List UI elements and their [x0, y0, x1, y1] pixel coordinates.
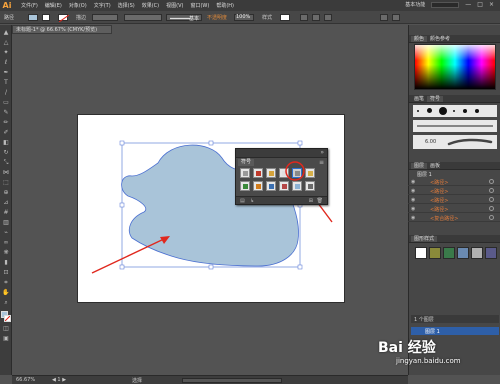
brush-size-label: 6.00	[425, 139, 437, 145]
tab-graphic-styles[interactable]: 图形样式	[411, 236, 438, 242]
layer-item-label: <路径>	[430, 207, 449, 213]
visibility-eye-icon[interactable]: ◉	[411, 179, 415, 185]
target-circle-icon[interactable]	[489, 206, 494, 211]
handle-top-right[interactable]	[297, 140, 303, 146]
graphic-style-swatch[interactable]	[443, 247, 455, 259]
layer-row[interactable]: ◉ <复合路径>	[408, 214, 500, 222]
artboard-nav-icon[interactable]: ◀ 1 ▶	[52, 377, 66, 383]
symbol-swatch[interactable]	[279, 181, 289, 191]
layer-row-selected[interactable]: 图层 1	[411, 327, 499, 335]
brush-dot-icon[interactable]	[427, 108, 432, 113]
target-circle-icon[interactable]	[489, 179, 494, 184]
layers-panel-header: 图层 画板	[409, 162, 500, 170]
new-symbol-icon[interactable]: ⊞	[309, 198, 313, 204]
layers-count: 1 个图层	[414, 317, 434, 323]
symbol-swatch[interactable]	[253, 168, 263, 178]
brush-dot-icon[interactable]	[453, 110, 455, 112]
tab-brushes[interactable]: 画笔	[411, 96, 427, 102]
symbol-swatch[interactable]	[305, 168, 315, 178]
brush-dot-icon[interactable]	[463, 109, 467, 113]
annotation-circle	[285, 161, 305, 181]
layer-row[interactable]: ◉ <路径>	[408, 205, 500, 213]
layers-footer-bar: 1 个图层	[411, 315, 499, 323]
symbol-swatch[interactable]	[305, 181, 315, 191]
brush-stroke-icon	[417, 125, 493, 127]
place-symbol-icon[interactable]: ↳	[250, 198, 254, 204]
layer-item-label: <路径>	[430, 180, 449, 186]
symbol-swatch[interactable]	[253, 181, 263, 191]
brush-preview-row[interactable]: 6.00	[413, 135, 497, 149]
symbol-swatch[interactable]	[266, 181, 276, 191]
symbol-libraries-icon[interactable]: ▤	[240, 198, 245, 204]
current-tool-label: 选择	[132, 378, 143, 384]
target-circle-icon[interactable]	[489, 197, 494, 202]
tab-layers[interactable]: 图层	[411, 163, 428, 169]
layer-row[interactable]: ◉ <路径>	[408, 178, 500, 186]
annotation-arrow-shape	[91, 237, 167, 274]
collapse-icon[interactable]: »	[320, 149, 324, 156]
horizontal-scrollbar[interactable]	[182, 378, 282, 383]
panel-footer: ▤ ↳ ⊞ 🗑	[236, 196, 327, 204]
handle-top-center[interactable]	[208, 140, 214, 146]
graphic-style-swatch[interactable]	[485, 247, 497, 259]
handle-bottom-left[interactable]	[119, 264, 125, 270]
brush-stroke-row[interactable]	[413, 120, 497, 132]
layer-row[interactable]: ◉ <路径>	[408, 187, 500, 195]
tapered-brush-icon	[447, 138, 493, 146]
graphic-style-swatch[interactable]	[471, 247, 483, 259]
symbol-swatch[interactable]	[266, 168, 276, 178]
brush-dots-row[interactable]	[413, 105, 497, 117]
brush-dot-icon[interactable]	[439, 107, 447, 115]
watermark: Bai 经验 jingyan.baidu.com	[378, 337, 461, 365]
tab-symbols[interactable]: 符号	[427, 96, 444, 102]
layer-row[interactable]: ◉ <路径>	[408, 196, 500, 204]
zoom-level[interactable]: 66.67%	[16, 377, 35, 383]
target-circle-icon[interactable]	[489, 188, 494, 193]
color-panel-header: 颜色 颜色参考	[409, 35, 500, 43]
handle-middle-left[interactable]	[119, 202, 125, 208]
delete-icon[interactable]: 🗑	[317, 198, 323, 204]
symbols-panel[interactable]: » 符号 ≡ ▤ ↳ ⊞ 🗑	[235, 148, 328, 205]
brush-dot-icon[interactable]	[475, 109, 479, 113]
visibility-eye-icon[interactable]: ◉	[411, 188, 415, 194]
symbol-swatch[interactable]	[292, 181, 302, 191]
brushes-panel-header: 画笔 符号	[409, 95, 500, 103]
graphic-style-swatch[interactable]	[457, 247, 469, 259]
layer-item-label: <路径>	[430, 189, 449, 195]
watermark-brand: Bai 经验	[378, 340, 436, 356]
tab-color[interactable]: 颜色	[411, 36, 428, 42]
layer-item-label: <路径>	[430, 198, 449, 204]
tab-color-guide[interactable]: 颜色参考	[427, 36, 453, 42]
layer-name: 图层 1	[425, 329, 440, 335]
graphic-style-swatch[interactable]	[429, 247, 441, 259]
panel-header[interactable]: »	[236, 149, 327, 158]
symbol-swatch[interactable]	[240, 181, 250, 191]
handle-bottom-center[interactable]	[208, 264, 214, 270]
handle-bottom-right[interactable]	[297, 264, 303, 270]
layer-item-label: <复合路径>	[430, 216, 459, 222]
handle-top-left[interactable]	[119, 140, 125, 146]
graphic-styles-header: 图形样式	[409, 235, 500, 243]
symbols-tab[interactable]: 符号	[238, 159, 255, 166]
symbol-swatch[interactable]	[240, 168, 250, 178]
watermark-url: jingyan.baidu.com	[396, 357, 461, 365]
tab-artboards[interactable]: 画板	[427, 163, 443, 169]
graphic-style-swatch[interactable]	[415, 247, 427, 259]
visibility-eye-icon[interactable]: ◉	[411, 206, 415, 212]
panel-menu-icon[interactable]: ≡	[319, 159, 324, 166]
status-bar: 66.67% ◀ 1 ▶ 选择	[12, 375, 408, 384]
target-circle-icon[interactable]	[489, 215, 494, 220]
brush-dot-icon[interactable]	[417, 110, 419, 112]
color-spectrum[interactable]	[414, 44, 496, 90]
layer-group-label[interactable]: 图层 1	[417, 171, 432, 178]
visibility-eye-icon[interactable]: ◉	[411, 215, 415, 221]
visibility-eye-icon[interactable]: ◉	[411, 197, 415, 203]
